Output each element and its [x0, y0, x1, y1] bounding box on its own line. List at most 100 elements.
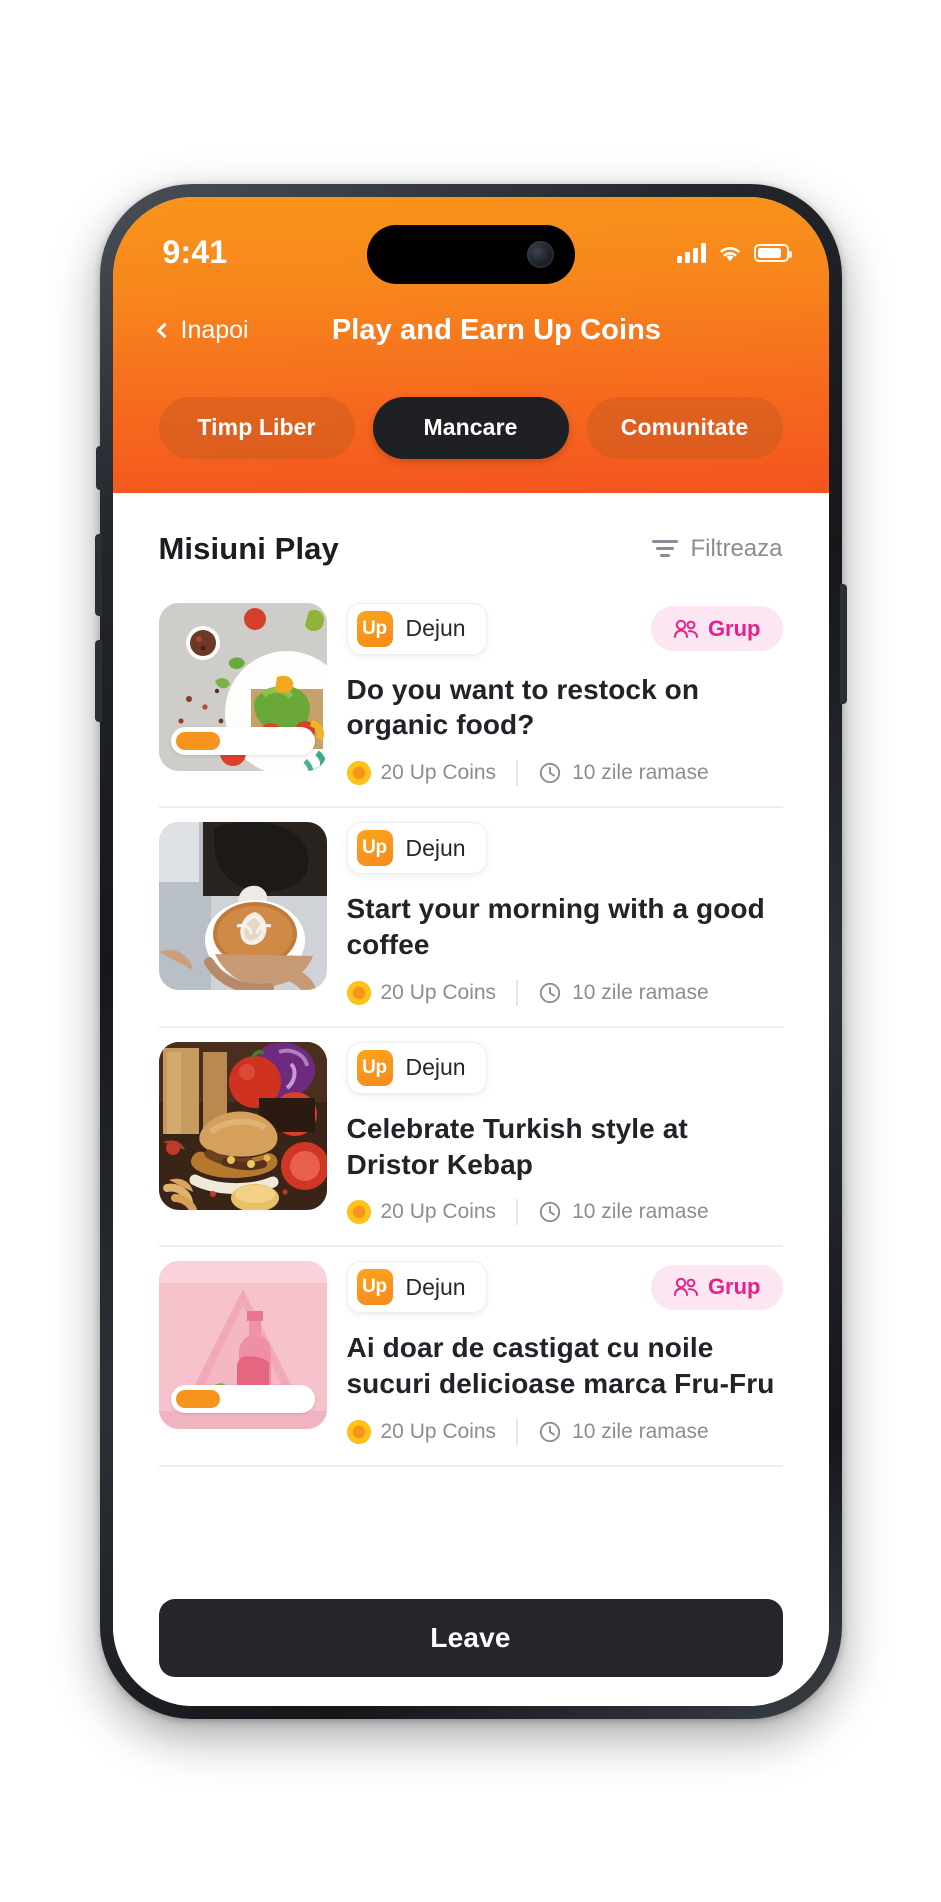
up-logo-icon: Up	[356, 830, 393, 867]
mission-card-body: Up Dejun	[346, 602, 783, 787]
mission-category-chip: Up Dejun	[346, 822, 487, 875]
navigation-bar: Inapoi Play and Earn Up Coins	[113, 293, 829, 369]
coin-icon	[346, 980, 371, 1005]
app-header: 9:41 Inapoi Play and Earn Up Coins Timp …	[112, 196, 829, 493]
latte-art-coffee-image	[158, 822, 327, 991]
mission-card[interactable]: Up Dejun Celebrate Turkish style at Dris…	[158, 1028, 783, 1248]
mission-category-chip: Up Dejun	[346, 1261, 487, 1314]
back-button[interactable]: Inapoi	[156, 316, 249, 345]
group-badge: Grup	[650, 1264, 783, 1310]
meta-divider	[516, 760, 519, 787]
category-tabs: Timp Liber Mancare Comunitate	[113, 369, 829, 459]
mission-title: Ai doar de castigat cu noile sucuri deli…	[346, 1332, 775, 1400]
chevron-left-icon	[156, 322, 172, 339]
mission-card-body: Up Dejun Celebrate Turkish style at Dris…	[346, 1041, 783, 1226]
people-icon	[673, 1278, 698, 1297]
mission-reward: 20 Up Coins	[346, 761, 497, 786]
mission-thumbnail	[158, 1041, 327, 1210]
mission-reward-label: 20 Up Coins	[380, 1200, 497, 1224]
clock-icon	[539, 1421, 561, 1443]
up-logo-icon: Up	[356, 1269, 393, 1306]
mission-progress-bar	[170, 726, 315, 755]
phone-screen: 9:41 Inapoi Play and Earn Up Coins Timp …	[112, 196, 829, 1706]
mission-category-label: Dejun	[405, 834, 466, 861]
mission-title: Start your morning with a good coffee	[346, 893, 765, 960]
coin-icon	[346, 1420, 371, 1445]
status-bar-time: 9:41	[162, 234, 228, 270]
meta-divider	[516, 979, 519, 1006]
mission-deadline: 10 zile ramase	[538, 981, 709, 1005]
mission-progress-bar	[170, 1385, 315, 1414]
up-logo-icon: Up	[356, 1049, 393, 1086]
meta-divider	[516, 1419, 519, 1446]
mission-deadline-label: 10 zile ramase	[572, 980, 709, 1004]
mission-category-label: Dejun	[405, 1054, 466, 1081]
coin-icon	[346, 1200, 371, 1225]
footer-bar: Leave	[112, 1576, 829, 1706]
back-button-label: Inapoi	[180, 316, 249, 344]
screenshot-stage: 9:41 Inapoi Play and Earn Up Coins Timp …	[0, 0, 941, 1902]
mission-card-body: Up Dejun Start your morning with a good …	[346, 822, 783, 1006]
clock-icon	[539, 763, 561, 784]
filter-label: Filtreaza	[690, 534, 783, 562]
power-button[interactable]	[839, 583, 847, 704]
mission-deadline-label: 10 zile ramase	[572, 1200, 709, 1224]
mission-thumbnail	[158, 602, 327, 771]
mission-reward-label: 20 Up Coins	[380, 980, 497, 1004]
mission-card-top: Up Dejun	[346, 1041, 783, 1094]
volume-up-button[interactable]	[94, 533, 102, 616]
up-logo-icon: Up	[356, 610, 393, 647]
kebab-sandwich-image	[158, 1041, 327, 1210]
status-bar: 9:41	[113, 197, 829, 293]
people-icon	[673, 619, 698, 638]
meta-divider	[516, 1199, 519, 1226]
mission-card-top: Up Dejun	[346, 1261, 783, 1314]
battery-icon	[753, 243, 792, 262]
mission-reward: 20 Up Coins	[346, 1200, 497, 1225]
section-title: Misiuni Play	[158, 530, 339, 566]
mission-category-label: Dejun	[405, 615, 466, 641]
mission-category-label: Dejun	[405, 1273, 466, 1300]
filter-icon	[652, 540, 679, 557]
mission-card[interactable]: Up Dejun Start your morning with a good …	[158, 808, 783, 1028]
mission-deadline: 10 zile ramase	[538, 1200, 709, 1224]
mission-meta: 20 Up Coins 10 zile ramase	[346, 1419, 783, 1446]
mission-card[interactable]: Up Dejun	[158, 1247, 783, 1468]
mission-deadline-label: 10 zile ramase	[572, 761, 709, 785]
mission-deadline: 10 zile ramase	[538, 761, 709, 785]
content-area: Misiuni Play Filtreaza Up Dejun Grup Do …	[112, 492, 829, 1706]
tab-timp-liber[interactable]: Timp Liber	[158, 396, 355, 459]
mission-thumbnail	[158, 822, 327, 991]
mission-thumbnail	[158, 1261, 327, 1430]
mission-meta: 20 Up Coins 10 zile ramase	[346, 760, 783, 787]
mission-title: Celebrate Turkish style at Dristor Kebap	[346, 1112, 688, 1180]
volume-down-button[interactable]	[94, 639, 102, 722]
filter-button[interactable]: Filtreaza	[652, 534, 783, 563]
group-badge: Grup	[650, 606, 783, 651]
mission-card-body: Up Dejun	[346, 1261, 783, 1446]
mission-meta: 20 Up Coins 10 zile ramase	[346, 979, 783, 1006]
mission-category-chip: Up Dejun	[346, 602, 487, 655]
mission-deadline-label: 10 zile ramase	[572, 1420, 709, 1444]
silent-switch[interactable]	[95, 445, 102, 490]
group-badge-label: Grup	[707, 1274, 761, 1300]
tab-comunitate[interactable]: Comunitate	[586, 396, 783, 459]
mission-card[interactable]: Up Dejun	[158, 589, 783, 809]
mission-reward-label: 20 Up Coins	[380, 1420, 497, 1444]
home-indicator	[371, 1699, 571, 1706]
mission-title: Do you want to restock on organic food?	[346, 673, 700, 741]
leave-button[interactable]: Leave	[158, 1598, 783, 1677]
tab-mancare[interactable]: Mancare	[372, 396, 569, 459]
mission-deadline: 10 zile ramase	[538, 1420, 709, 1444]
section-header: Misiuni Play Filtreaza	[113, 493, 829, 589]
mission-reward-label: 20 Up Coins	[380, 761, 497, 785]
clock-icon	[539, 1202, 561, 1223]
wifi-icon	[717, 243, 743, 263]
dynamic-island	[366, 224, 575, 284]
coin-icon	[346, 761, 371, 786]
status-bar-indicators	[676, 227, 792, 263]
mission-meta: 20 Up Coins 10 zile ramase	[346, 1199, 783, 1226]
mission-category-chip: Up Dejun	[346, 1041, 487, 1094]
mission-reward: 20 Up Coins	[346, 980, 497, 1005]
phone-device-frame: 9:41 Inapoi Play and Earn Up Coins Timp …	[94, 183, 847, 1719]
